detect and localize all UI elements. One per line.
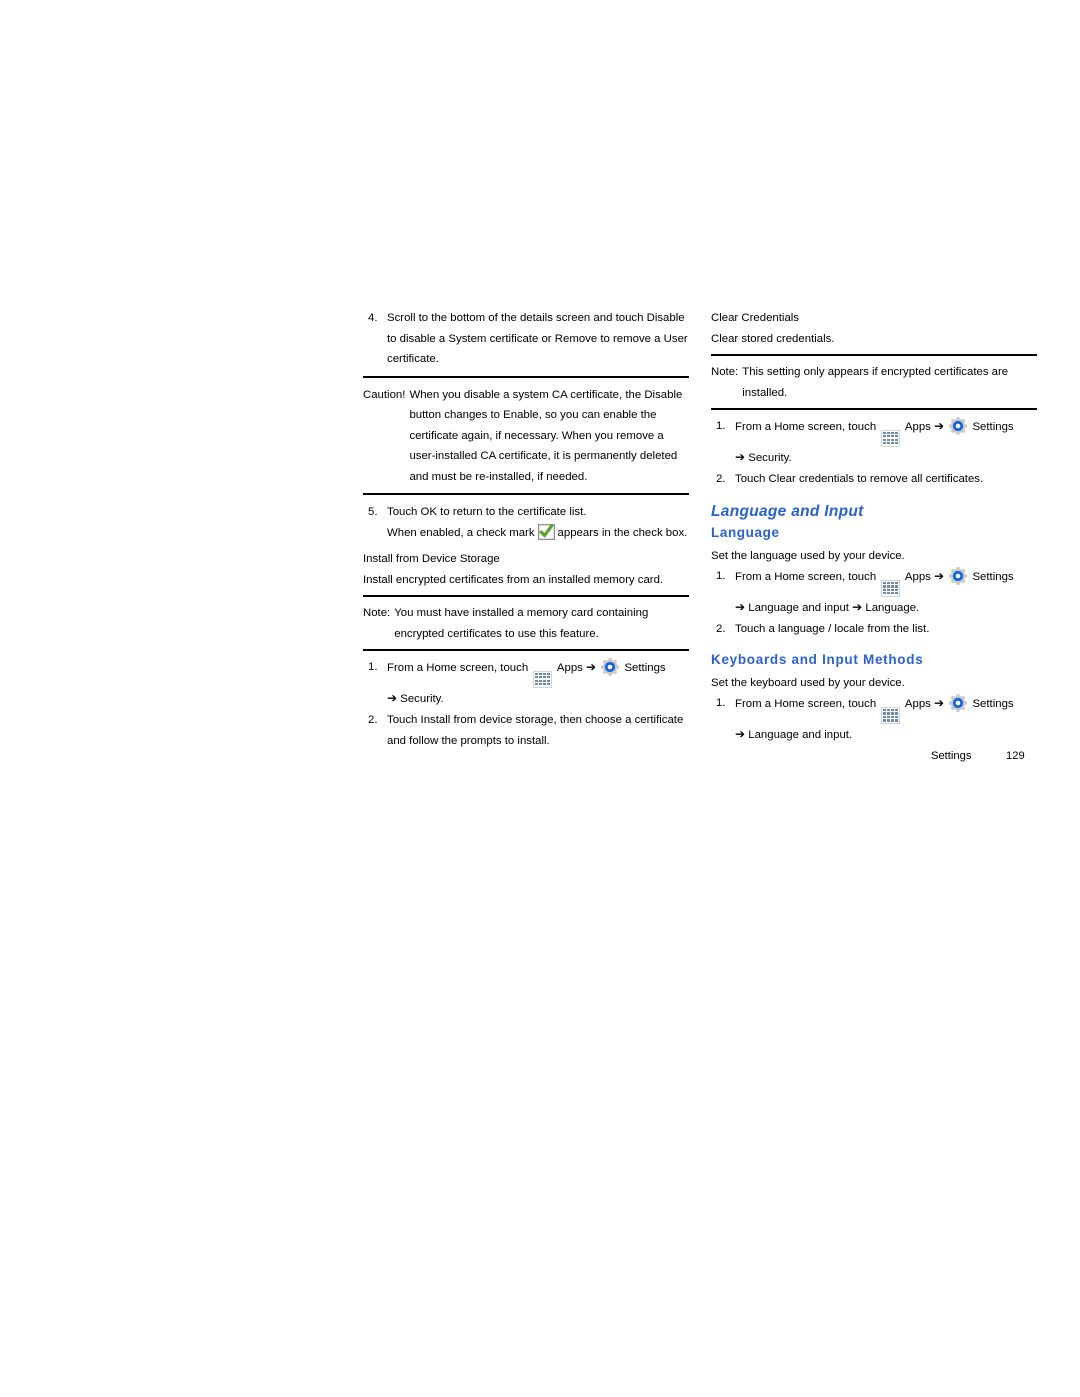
note-callout: Note: You must have installed a memory c…: [363, 603, 689, 644]
language-heading: Language: [711, 524, 780, 540]
step-item: 1. From a Home screen, touch Apps ➔ Sett…: [363, 657, 689, 709]
settings-label: Settings: [972, 421, 1014, 433]
step-item: 2. Touch a language / locale from the li…: [711, 619, 1037, 640]
apps-grid-icon: [533, 670, 553, 688]
step-number: 4.: [368, 312, 378, 324]
note-callout: Note: This setting only appears if encry…: [711, 362, 1037, 403]
divider: [363, 493, 689, 495]
step-text-after-check: appears in the check box.: [557, 526, 688, 539]
step-item: 1. From a Home screen, touch Apps ➔ Sett…: [711, 566, 1037, 618]
apps-label: Apps: [904, 421, 931, 433]
install-from-device-storage-heading: Install from Device Storage: [363, 553, 500, 565]
install-from-device-storage-description: Install encrypted certificates from an i…: [363, 573, 664, 586]
divider: [363, 649, 689, 651]
manual-page: 4. Scroll to the bottom of the details s…: [0, 0, 1080, 1397]
keyboards-description: Set the keyboard used by your device.: [711, 676, 905, 689]
arrow-icon: ➔: [735, 449, 746, 464]
note-label: Note:: [711, 366, 739, 378]
footer-section-title: Settings: [931, 750, 972, 762]
step-text-continuation: Language and input: [748, 601, 849, 614]
apps-label: Apps: [556, 662, 583, 674]
arrow-icon: ➔: [934, 696, 945, 711]
step-item: 2. Touch Install from device storage, th…: [363, 710, 689, 751]
caution-text: When you disable a system CA certificate…: [409, 388, 683, 483]
step-item: 1. From a Home screen, touch Apps ➔ Sett…: [711, 693, 1037, 745]
step-text-continuation: Security.: [748, 451, 792, 464]
step-text: Touch Clear credentials to remove all ce…: [735, 473, 984, 486]
apps-label: Apps: [904, 698, 931, 711]
step-text: Touch OK to return to the certificate li…: [387, 502, 689, 543]
arrow-icon: ➔: [852, 599, 863, 614]
step-number: 1.: [716, 420, 726, 432]
arrow-icon: ➔: [586, 660, 597, 674]
apps-label: Apps: [904, 571, 931, 584]
step-text: From a Home screen, touch Apps ➔ Setting…: [735, 693, 1037, 745]
step-text-prefix: From a Home screen, touch: [735, 571, 877, 584]
caution-label: Caution!: [363, 388, 406, 401]
step-number: 5.: [368, 506, 378, 518]
divider: [363, 595, 689, 597]
step-text: Scroll to the bottom of the details scre…: [387, 312, 688, 365]
settings-gear-icon: [949, 567, 968, 586]
step-text-continuation-2: Language.: [865, 601, 920, 614]
step-number: 2.: [368, 714, 378, 727]
step-number: 2.: [716, 473, 726, 486]
footer-page-number: 129: [1006, 750, 1025, 762]
language-description: Set the language used by your device.: [711, 549, 905, 562]
settings-label: Settings: [624, 662, 666, 674]
caution-callout: Caution! When you disable a system CA ce…: [363, 385, 689, 488]
language-and-input-heading: Language and Input: [711, 502, 864, 520]
divider: [363, 375, 689, 378]
step-item: 1. From a Home screen, touch Apps ➔ Sett…: [711, 416, 1037, 468]
step-text: From a Home screen, touch Apps ➔ Setting…: [735, 416, 1037, 468]
step-text-line1: Touch OK to return to the certificate li…: [387, 506, 587, 518]
arrow-icon: ➔: [934, 569, 945, 584]
step-text: Touch a language / locale from the list.: [735, 623, 930, 636]
clear-credentials-description: Clear stored credentials.: [711, 332, 835, 345]
step-text-prefix: From a Home screen, touch: [735, 698, 877, 711]
step-item: 5. Touch OK to return to the certificate…: [363, 502, 689, 543]
step-text-continuation: Language and input.: [748, 728, 853, 741]
settings-gear-icon: [949, 694, 968, 713]
step-number: 2.: [716, 623, 726, 636]
step-text: From a Home screen, touch Apps ➔ Setting…: [735, 566, 1037, 618]
divider: [711, 408, 1037, 410]
settings-gear-icon: [949, 417, 968, 435]
step-text: Touch Install from device storage, then …: [387, 714, 684, 747]
settings-label: Settings: [972, 571, 1014, 584]
arrow-icon: ➔: [735, 726, 746, 741]
step-text: From a Home screen, touch Apps ➔ Setting…: [387, 657, 689, 709]
apps-grid-icon: [881, 579, 901, 597]
keyboards-and-input-methods-heading: Keyboards and Input Methods: [711, 651, 924, 667]
step-text-continuation: Security.: [400, 692, 444, 705]
settings-label: Settings: [972, 698, 1014, 711]
note-text: You must have installed a memory card co…: [394, 607, 649, 640]
step-item: 4. Scroll to the bottom of the details s…: [363, 308, 689, 370]
divider: [711, 354, 1037, 356]
step-text-prefix: From a Home screen, touch: [387, 662, 529, 674]
right-column: Clear Credentials Clear stored credentia…: [711, 308, 1037, 746]
step-text-before-check: When enabled, a check mark: [387, 526, 535, 539]
arrow-icon: ➔: [735, 599, 746, 614]
left-column: 4. Scroll to the bottom of the details s…: [363, 308, 689, 752]
step-text-prefix: From a Home screen, touch: [735, 421, 877, 433]
step-number: 1.: [716, 570, 726, 583]
apps-grid-icon: [881, 706, 901, 724]
green-checkmark-icon: [537, 523, 555, 540]
apps-grid-icon: [881, 429, 901, 447]
clear-credentials-heading: Clear Credentials: [711, 312, 799, 324]
note-text: This setting only appears if encrypted c…: [742, 366, 1009, 399]
arrow-icon: ➔: [934, 419, 945, 433]
step-item: 2. Touch Clear credentials to remove all…: [711, 469, 1037, 490]
step-number: 1.: [716, 697, 726, 710]
note-label: Note:: [363, 607, 391, 619]
step-number: 1.: [368, 661, 378, 673]
arrow-icon: ➔: [387, 690, 398, 705]
settings-gear-icon: [601, 658, 620, 676]
